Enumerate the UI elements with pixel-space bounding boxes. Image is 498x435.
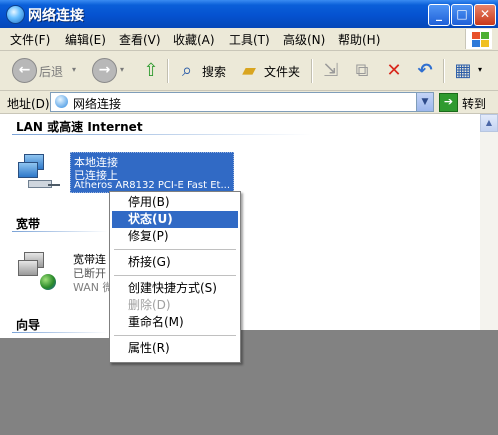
undo-icon[interactable]: ↶ <box>414 60 436 82</box>
group-header-lan: LAN 或高速 Internet <box>16 120 143 134</box>
menu-file[interactable]: 文件(F) <box>10 31 50 48</box>
windows-logo-icon <box>465 29 492 49</box>
address-dropdown-icon[interactable]: ▼ <box>416 93 433 111</box>
toolbar-separator <box>311 59 313 83</box>
back-arrow-icon[interactable]: ← <box>12 58 37 83</box>
toolbar-separator <box>443 59 445 83</box>
close-button[interactable]: ✕ <box>474 4 496 26</box>
menu-separator <box>114 335 236 336</box>
menu-item-delete: 删除(D) <box>128 298 171 312</box>
title-bar[interactable]: 网络连接 _ □ ✕ <box>0 0 498 28</box>
menu-item-rename[interactable]: 重命名(M) <box>112 314 238 331</box>
menu-item-repair[interactable]: 修复(P) <box>112 228 238 245</box>
menu-item-create-shortcut[interactable]: 创建快捷方式(S) <box>112 280 238 297</box>
address-value[interactable]: 网络连接 <box>73 95 121 112</box>
menu-edit[interactable]: 编辑(E) <box>65 31 106 48</box>
back-dropdown-icon[interactable]: ▾ <box>72 65 76 74</box>
lan-connection-device: Atheros AR8132 PCI-E Fast Et... <box>74 180 231 191</box>
menu-advanced[interactable]: 高级(N) <box>283 31 325 48</box>
go-button-label[interactable]: 转到 <box>462 95 486 112</box>
lan-connection-icon[interactable] <box>18 152 60 192</box>
delete-icon[interactable]: ✕ <box>383 60 405 82</box>
forward-dropdown-icon[interactable]: ▾ <box>120 65 124 74</box>
group-divider <box>12 332 108 333</box>
group-divider <box>12 134 312 135</box>
menu-bar: 文件(F) 编辑(E) 查看(V) 收藏(A) 工具(T) 高级(N) 帮助(H… <box>0 28 498 51</box>
group-divider <box>12 231 108 232</box>
forward-arrow-icon[interactable]: → <box>92 58 117 83</box>
menu-view[interactable]: 查看(V) <box>119 31 161 48</box>
maximize-button[interactable]: □ <box>451 4 473 26</box>
overlay-band <box>0 338 498 435</box>
move-to-icon[interactable]: ⇲ <box>320 60 342 82</box>
menu-tools[interactable]: 工具(T) <box>229 31 270 48</box>
search-button-label[interactable]: 搜索 <box>202 63 226 80</box>
menu-item-status[interactable]: 状态(U) <box>112 211 238 228</box>
menu-separator <box>114 249 236 250</box>
scroll-up-icon[interactable]: ▲ <box>480 114 498 132</box>
folders-button-label[interactable]: 文件夹 <box>264 63 300 80</box>
group-header-broadband: 宽带 <box>16 217 41 231</box>
menu-favorites[interactable]: 收藏(A) <box>173 31 215 48</box>
broadband-connection-device: WAN 微 <box>73 281 114 294</box>
minimize-button[interactable]: _ <box>428 4 450 26</box>
broadband-connection-icon[interactable] <box>18 250 56 290</box>
context-menu: 停用(B) 状态(U) 修复(P) 桥接(G) 创建快捷方式(S) 删除(D) … <box>109 191 241 363</box>
back-button-label[interactable]: 后退 <box>39 63 63 80</box>
toolbar-separator <box>167 59 169 83</box>
copy-to-icon[interactable]: ⧉ <box>351 60 373 82</box>
lan-connection-item[interactable]: 本地连接 已连接上 Atheros AR8132 PCI-E Fast Et..… <box>70 152 234 193</box>
menu-item-properties[interactable]: 属性(R) <box>112 340 238 357</box>
address-label: 地址(D) <box>7 97 50 111</box>
network-connections-icon <box>6 5 25 24</box>
address-bar: 地址(D) 网络连接 ▼ ➔ 转到 <box>0 91 498 114</box>
folders-icon[interactable]: ▰ <box>238 60 260 82</box>
menu-separator <box>114 275 236 276</box>
up-folder-icon[interactable]: ⇧ <box>140 60 162 82</box>
menu-help[interactable]: 帮助(H) <box>338 31 380 48</box>
window-title: 网络连接 <box>28 8 84 24</box>
address-field[interactable]: 网络连接 ▼ <box>50 92 434 112</box>
menu-item-bridge[interactable]: 桥接(G) <box>112 254 238 271</box>
menu-item-disable[interactable]: 停用(B) <box>112 194 238 211</box>
network-connections-icon <box>55 95 68 108</box>
views-dropdown-icon[interactable]: ▾ <box>478 65 482 74</box>
search-icon[interactable]: ⌕ <box>176 60 198 82</box>
toolbar: ← 后退 ▾ → ▾ ⇧ ⌕ 搜索 ▰ 文件夹 ⇲ ⧉ ✕ ↶ ▦ ▾ <box>0 51 498 91</box>
go-arrow-icon[interactable]: ➔ <box>439 93 458 112</box>
group-header-wizard: 向导 <box>16 318 41 332</box>
views-icon[interactable]: ▦ <box>452 60 474 82</box>
